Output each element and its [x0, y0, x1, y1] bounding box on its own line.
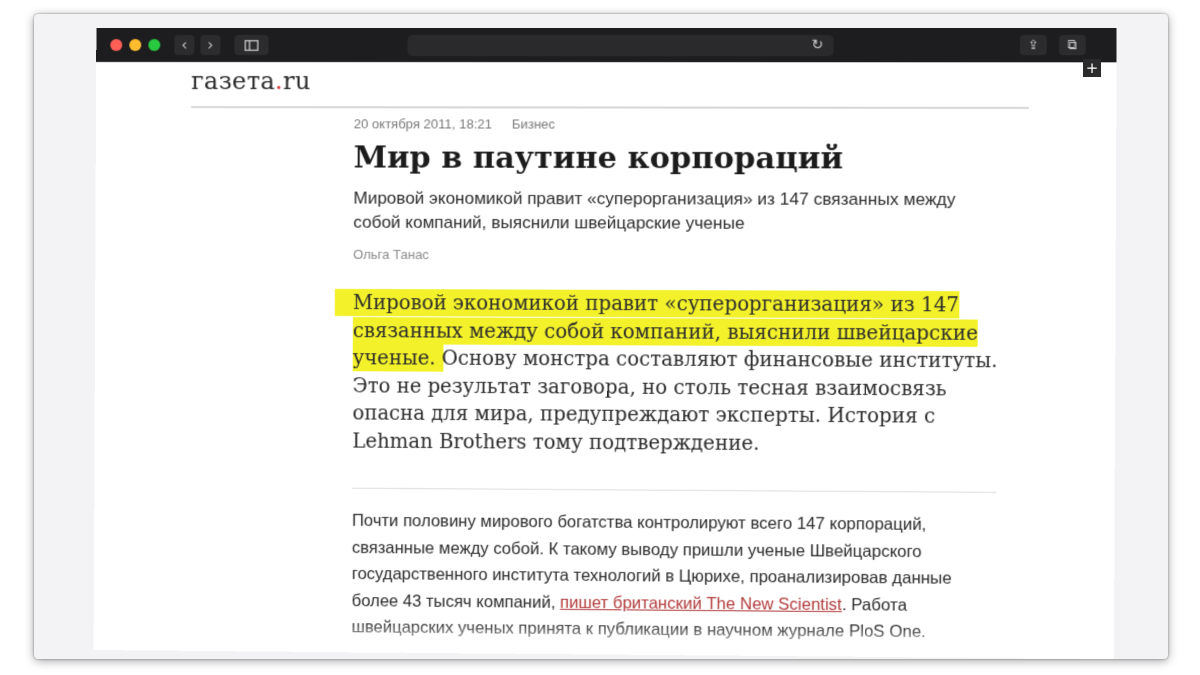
article-subtitle: Мировой экономикой правит «суперорганиза…: [353, 187, 1004, 237]
site-logo[interactable]: газета.ru: [191, 67, 311, 95]
chevron-right-icon[interactable]: ›: [200, 35, 220, 55]
article-date: 20 октября 2011, 18:21: [354, 116, 492, 131]
new-scientist-link[interactable]: пишет британский The New Scientist: [560, 593, 842, 613]
minimize-window-button[interactable]: [129, 39, 141, 51]
article-category[interactable]: Бизнес: [512, 116, 555, 131]
zoom-window-button[interactable]: [148, 39, 160, 51]
sidebar-icon[interactable]: [234, 35, 268, 55]
address-bar[interactable]: [407, 35, 833, 56]
tabs-icon[interactable]: ⧉: [1059, 35, 1086, 55]
plus-icon[interactable]: +: [1083, 59, 1101, 77]
logo-main: газета: [191, 67, 275, 95]
article-lead: Мировой экономикой правит «суперорганиза…: [352, 289, 1013, 459]
article-title: Мир в паутине корпораций: [354, 138, 844, 179]
logo-tld: ru: [283, 67, 311, 95]
share-icon[interactable]: ⇪: [1020, 35, 1047, 55]
logo-dot: .: [275, 67, 283, 95]
browser-window: ‹ › ↻ ⇪ ⧉ газета.ru 20 октября 2011, 18:…: [94, 28, 1117, 659]
browser-toolbar: ‹ › ↻ ⇪ ⧉: [96, 28, 1116, 63]
lead-divider: [352, 488, 996, 493]
reload-icon[interactable]: ↻: [807, 35, 827, 55]
lead-rest: Основу монстра составляют финансовые инс…: [352, 347, 997, 455]
chevron-left-icon[interactable]: ‹: [174, 35, 194, 55]
page-content: газета.ru 20 октября 2011, 18:21 Бизнес …: [94, 62, 1117, 659]
article-meta: 20 октября 2011, 18:21 Бизнес: [354, 116, 555, 131]
article-author[interactable]: Ольга Танас: [353, 247, 429, 262]
sidebar-glyph: [244, 39, 258, 50]
close-window-button[interactable]: [110, 39, 122, 51]
header-divider: [191, 106, 1029, 109]
